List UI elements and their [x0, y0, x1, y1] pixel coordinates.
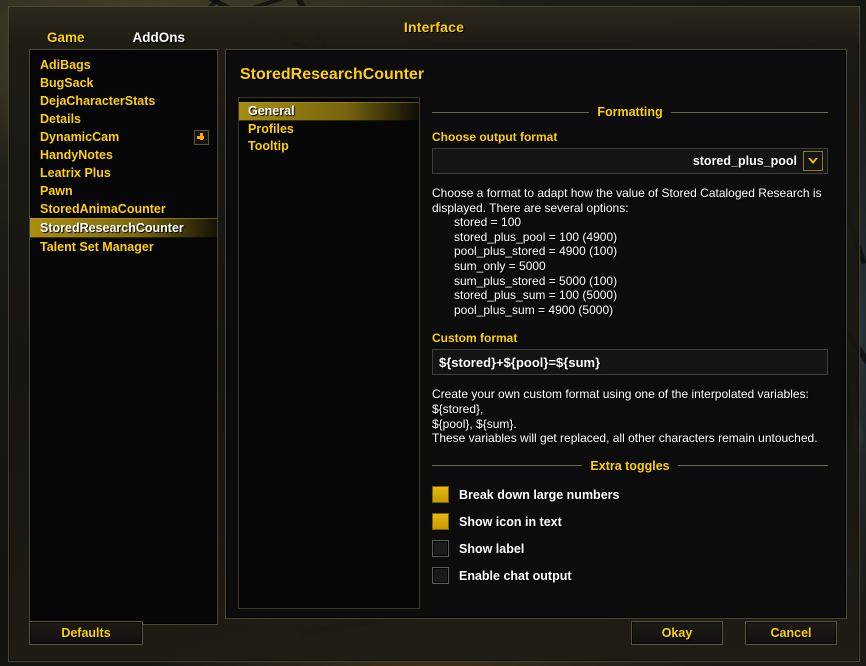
addon-list-item-storedanimacounter[interactable]: StoredAnimaCounter: [30, 200, 217, 218]
cancel-button[interactable]: Cancel: [745, 621, 837, 645]
interface-options-screen: Interface Game AddOns AdiBags BugSack De…: [0, 0, 866, 666]
checkbox-icon[interactable]: [432, 513, 449, 531]
subnav-item-profiles[interactable]: Profiles: [239, 121, 419, 138]
tab-game[interactable]: Game: [41, 28, 91, 47]
defaults-button[interactable]: Defaults: [29, 621, 143, 645]
toggle-label: Break down large numbers: [459, 487, 620, 502]
checkbox-icon[interactable]: [432, 567, 449, 585]
custom-format-value: ${stored}+${pool}=${sum}: [439, 354, 601, 370]
format-description-intro: Choose a format to adapt how the value o…: [432, 186, 822, 215]
addon-list-item-pawn[interactable]: Pawn: [30, 182, 217, 200]
options-frame: Interface Game AddOns AdiBags BugSack De…: [8, 6, 860, 662]
addon-label: HandyNotes: [40, 148, 113, 162]
section-rule-left: [432, 465, 583, 467]
addon-label: BugSack: [40, 76, 94, 90]
custom-format-description: Create your own custom format using one …: [432, 387, 818, 446]
toggle-label: Enable chat output: [459, 568, 572, 583]
addon-label: Talent Set Manager: [40, 240, 154, 254]
toggle-enable-chat-output[interactable]: Enable chat output: [432, 567, 828, 585]
subnav-item-tooltip[interactable]: Tooltip: [239, 138, 419, 155]
format-options-list: stored = 100 stored_plus_pool = 100 (490…: [454, 215, 618, 317]
addon-list-item-bugsack[interactable]: BugSack: [30, 74, 217, 92]
okay-button[interactable]: Okay: [631, 621, 723, 645]
addon-label: AdiBags: [40, 58, 91, 72]
addon-label: Pawn: [40, 184, 73, 198]
toggle-show-icon-in-text[interactable]: Show icon in text: [432, 513, 828, 531]
section-header-extra-toggles: Extra toggles: [432, 459, 828, 473]
choose-output-format-label: Choose output format: [432, 130, 558, 144]
checkbox-icon[interactable]: [432, 540, 449, 558]
addon-list-item-storedresearchcounter[interactable]: StoredResearchCounter: [30, 218, 217, 238]
addon-list-item-details[interactable]: Details: [30, 110, 217, 128]
addon-list-item-dejacharacterstats[interactable]: DejaCharacterStats: [30, 92, 217, 110]
toggle-show-label[interactable]: Show label: [432, 540, 828, 558]
addon-list-item-handynotes[interactable]: HandyNotes: [30, 146, 217, 164]
toggle-label: Show label: [459, 541, 525, 556]
checkbox-icon[interactable]: [432, 486, 449, 504]
section-title-formatting: Formatting: [597, 105, 663, 119]
options-scroll-area: Formatting Choose output format stored_p…: [424, 97, 836, 609]
toggle-label: Show icon in text: [459, 514, 562, 529]
section-header-formatting: Formatting: [432, 105, 828, 119]
addon-label: DejaCharacterStats: [40, 94, 156, 108]
section-rule-left: [432, 111, 590, 113]
tab-addons[interactable]: AddOns: [127, 28, 192, 47]
chevron-down-icon[interactable]: [803, 151, 823, 171]
section-rule-right: [677, 465, 828, 467]
addon-list-item-leatrix-plus[interactable]: Leatrix Plus: [30, 164, 217, 182]
addon-label: DynamicCam: [40, 130, 120, 144]
page-title: StoredResearchCounter: [240, 66, 425, 83]
addon-list-panel[interactable]: AdiBags BugSack DejaCharacterStats Detai…: [29, 49, 218, 625]
output-format-value: stored_plus_pool: [692, 154, 797, 168]
expand-plus-icon[interactable]: [194, 129, 209, 145]
addon-list-item-dynamiccam[interactable]: DynamicCam: [30, 128, 217, 146]
custom-format-input[interactable]: ${stored}+${pool}=${sum}: [432, 349, 828, 376]
toggle-break-down-large-numbers[interactable]: Break down large numbers: [432, 486, 828, 504]
section-title-extra-toggles: Extra toggles: [590, 458, 670, 473]
config-subnav[interactable]: General Profiles Tooltip: [238, 97, 420, 609]
addon-list-item-adibags[interactable]: AdiBags: [30, 56, 217, 74]
addon-label: Leatrix Plus: [40, 166, 111, 180]
addon-label: StoredAnimaCounter: [40, 202, 166, 216]
output-format-dropdown[interactable]: stored_plus_pool: [432, 148, 828, 174]
top-tab-bar: Game AddOns: [41, 28, 191, 47]
section-rule-right: [670, 111, 828, 113]
subnav-item-general[interactable]: General: [239, 102, 419, 121]
addon-label: StoredResearchCounter: [40, 221, 184, 235]
addon-label: Details: [40, 112, 81, 126]
addon-config-panel: StoredResearchCounter General Profiles T…: [225, 49, 847, 619]
custom-format-label: Custom format: [432, 331, 518, 346]
addon-list-item-talent-set-manager[interactable]: Talent Set Manager: [30, 238, 217, 256]
